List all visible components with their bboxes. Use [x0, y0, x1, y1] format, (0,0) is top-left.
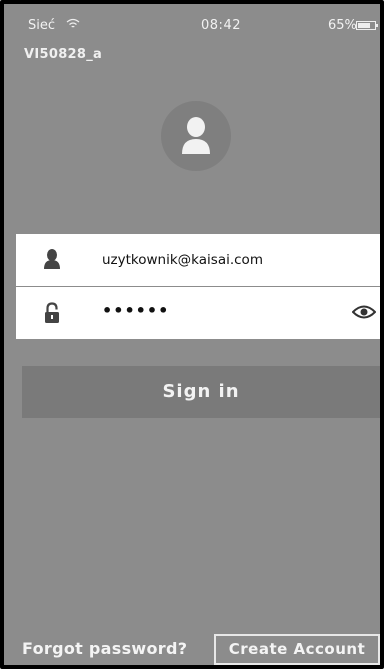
status-bar: Sieć 08:42 65% — [8, 14, 380, 33]
password-field[interactable]: •••••• — [16, 285, 380, 339]
username-input[interactable]: uzytkownik@kaisai.com — [102, 234, 263, 286]
clock: 08:42 — [201, 18, 241, 33]
device-name: VI50828_a — [24, 47, 103, 62]
eye-icon[interactable] — [352, 303, 376, 321]
wifi-icon — [66, 18, 80, 28]
password-input[interactable]: •••••• — [102, 285, 169, 337]
battery-percent: 65% — [328, 18, 357, 33]
battery-icon — [356, 21, 378, 30]
user-icon — [44, 249, 60, 269]
carrier-label: Sieć — [28, 18, 56, 33]
lock-icon — [45, 302, 59, 323]
create-account-button[interactable]: Create Account — [214, 634, 380, 665]
user-avatar-icon — [161, 101, 231, 171]
app-screen: Sieć 08:42 65% VI50828_a uzytkownik@kais… — [0, 0, 384, 669]
sign-in-button[interactable]: Sign in — [22, 366, 380, 418]
forgot-password-link[interactable]: Forgot password? — [22, 639, 187, 658]
username-field[interactable]: uzytkownik@kaisai.com — [16, 234, 380, 286]
